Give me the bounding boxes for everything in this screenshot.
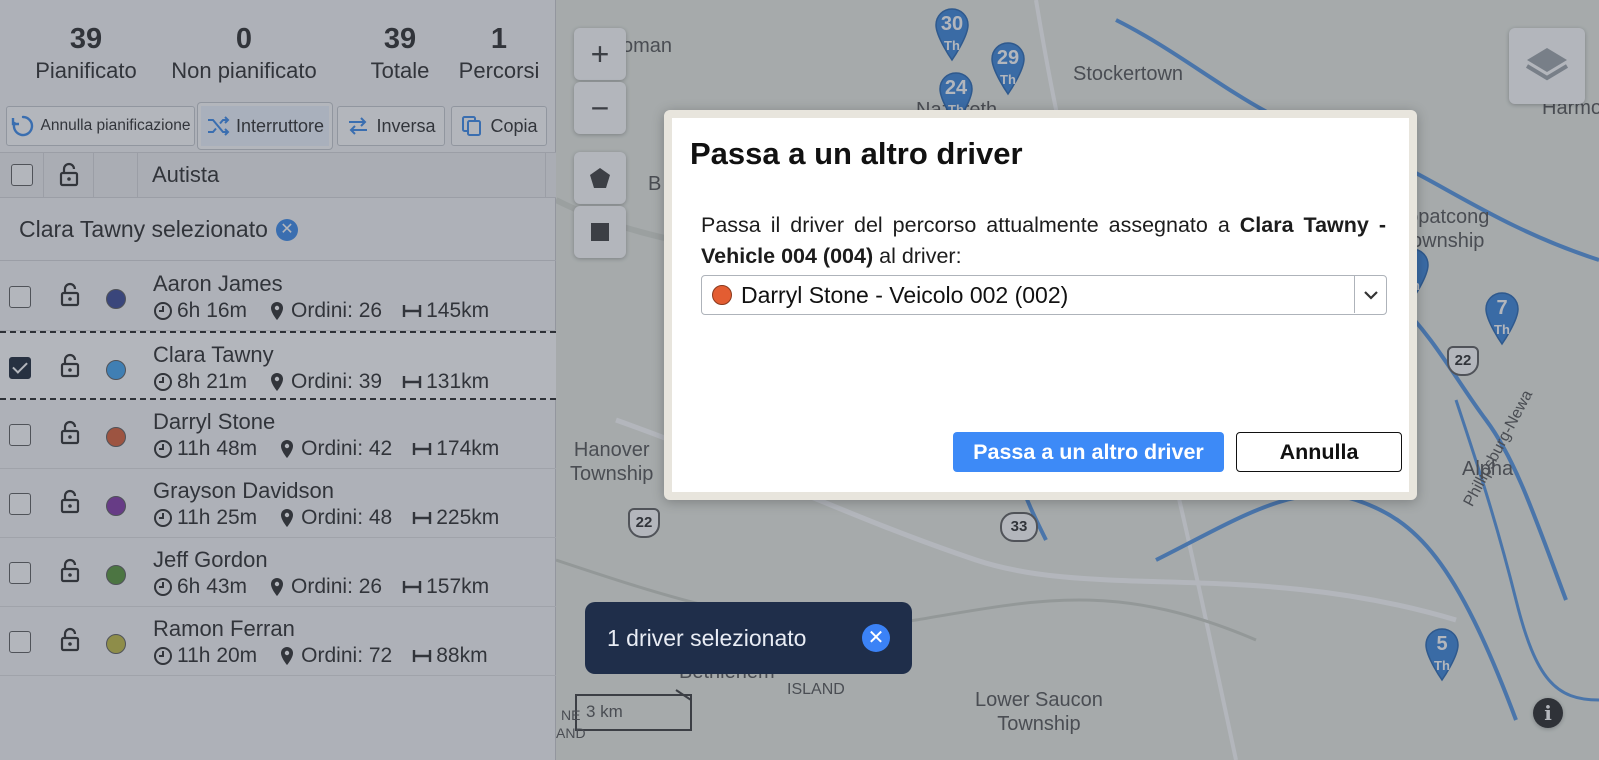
switch-driver-dialog: Passa a un altro driver Passa il driver … (664, 110, 1417, 500)
toast-close-icon[interactable]: ✕ (862, 624, 890, 652)
dialog-description: Passa il driver del percorso attualmente… (701, 210, 1386, 272)
selection-toast: 1 driver selezionato ✕ (585, 602, 912, 674)
driver-select-value: Darryl Stone - Veicolo 002 (002) (741, 281, 1069, 308)
chevron-down-icon[interactable] (1354, 276, 1386, 313)
driver-color-dot (712, 285, 732, 305)
toast-text: 1 driver selezionato (607, 624, 807, 651)
desc-prefix: Passa il driver del percorso attualmente… (701, 213, 1230, 237)
driver-select[interactable]: Darryl Stone - Veicolo 002 (002) (701, 275, 1387, 315)
confirm-switch-button[interactable]: Passa a un altro driver (953, 432, 1224, 472)
desc-suffix: al driver: (879, 244, 962, 268)
dialog-title: Passa a un altro driver (690, 136, 1023, 171)
cancel-button[interactable]: Annulla (1236, 432, 1402, 472)
